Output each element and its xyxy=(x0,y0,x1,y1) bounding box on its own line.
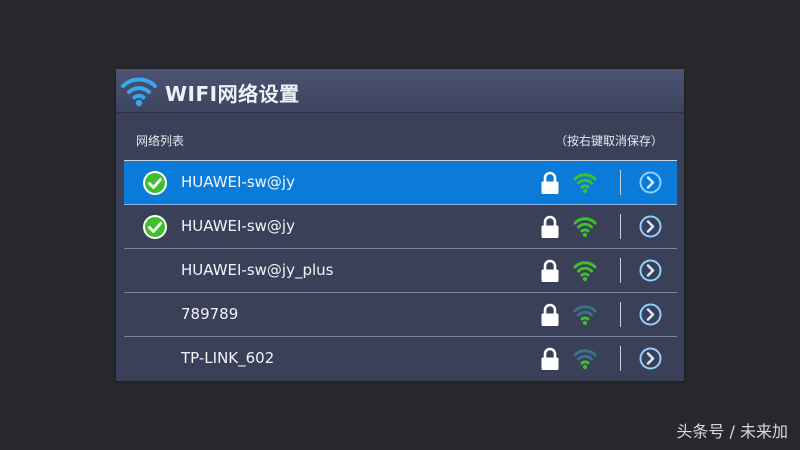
check-icon xyxy=(143,215,167,239)
lock-icon xyxy=(541,303,559,326)
network-name: HUAWEI-sw@jy_plus xyxy=(181,261,334,279)
network-name: 789789 xyxy=(181,305,239,323)
wifi-signal-icon xyxy=(573,173,597,194)
chevron-right-circle-icon[interactable] xyxy=(639,259,662,282)
chevron-right-circle-icon[interactable] xyxy=(639,347,662,370)
lock-icon xyxy=(541,347,559,370)
row-divider xyxy=(620,258,621,283)
row-divider xyxy=(620,170,621,195)
network-name: HUAWEI-sw@jy xyxy=(181,217,295,235)
lock-icon xyxy=(541,259,559,282)
page-title: WIFI网络设置 xyxy=(165,82,300,106)
chevron-right-circle-icon[interactable] xyxy=(639,215,662,238)
wifi-signal-icon xyxy=(573,261,597,282)
watermark: 头条号 / 未来加 xyxy=(676,422,788,441)
network-row[interactable]: TP-LINK_602 xyxy=(124,337,677,380)
network-list-label: 网络列表 xyxy=(136,134,185,148)
wifi-signal-icon xyxy=(573,217,597,238)
wifi-signal-icon xyxy=(573,305,597,326)
wifi-icon xyxy=(121,77,157,107)
screen: WIFI网络设置 网络列表 （按右键取消保存） HUAWEI-sw@jy HUA… xyxy=(0,0,800,450)
chevron-right-circle-icon[interactable] xyxy=(639,171,662,194)
network-name: HUAWEI-sw@jy xyxy=(181,173,295,191)
network-row[interactable]: HUAWEI-sw@jy xyxy=(124,205,677,249)
list-subheader: 网络列表 （按右键取消保存） xyxy=(116,113,684,161)
check-icon xyxy=(143,171,167,195)
network-name: TP-LINK_602 xyxy=(181,349,275,367)
panel-header: WIFI网络设置 xyxy=(116,69,684,113)
cancel-save-hint: （按右键取消保存） xyxy=(554,134,663,148)
row-divider xyxy=(620,346,621,371)
lock-icon xyxy=(541,171,559,194)
row-divider xyxy=(620,302,621,327)
row-divider xyxy=(620,214,621,239)
network-row[interactable]: HUAWEI-sw@jy xyxy=(124,161,677,205)
network-row[interactable]: 789789 xyxy=(124,293,677,337)
network-row[interactable]: HUAWEI-sw@jy_plus xyxy=(124,249,677,293)
lock-icon xyxy=(541,215,559,238)
wifi-signal-icon xyxy=(573,349,597,370)
network-list: HUAWEI-sw@jy HUAWEI-sw@jy HUAWEI-sw@jy_p… xyxy=(124,160,677,380)
wifi-settings-panel: WIFI网络设置 网络列表 （按右键取消保存） HUAWEI-sw@jy HUA… xyxy=(116,69,684,381)
chevron-right-circle-icon[interactable] xyxy=(639,303,662,326)
